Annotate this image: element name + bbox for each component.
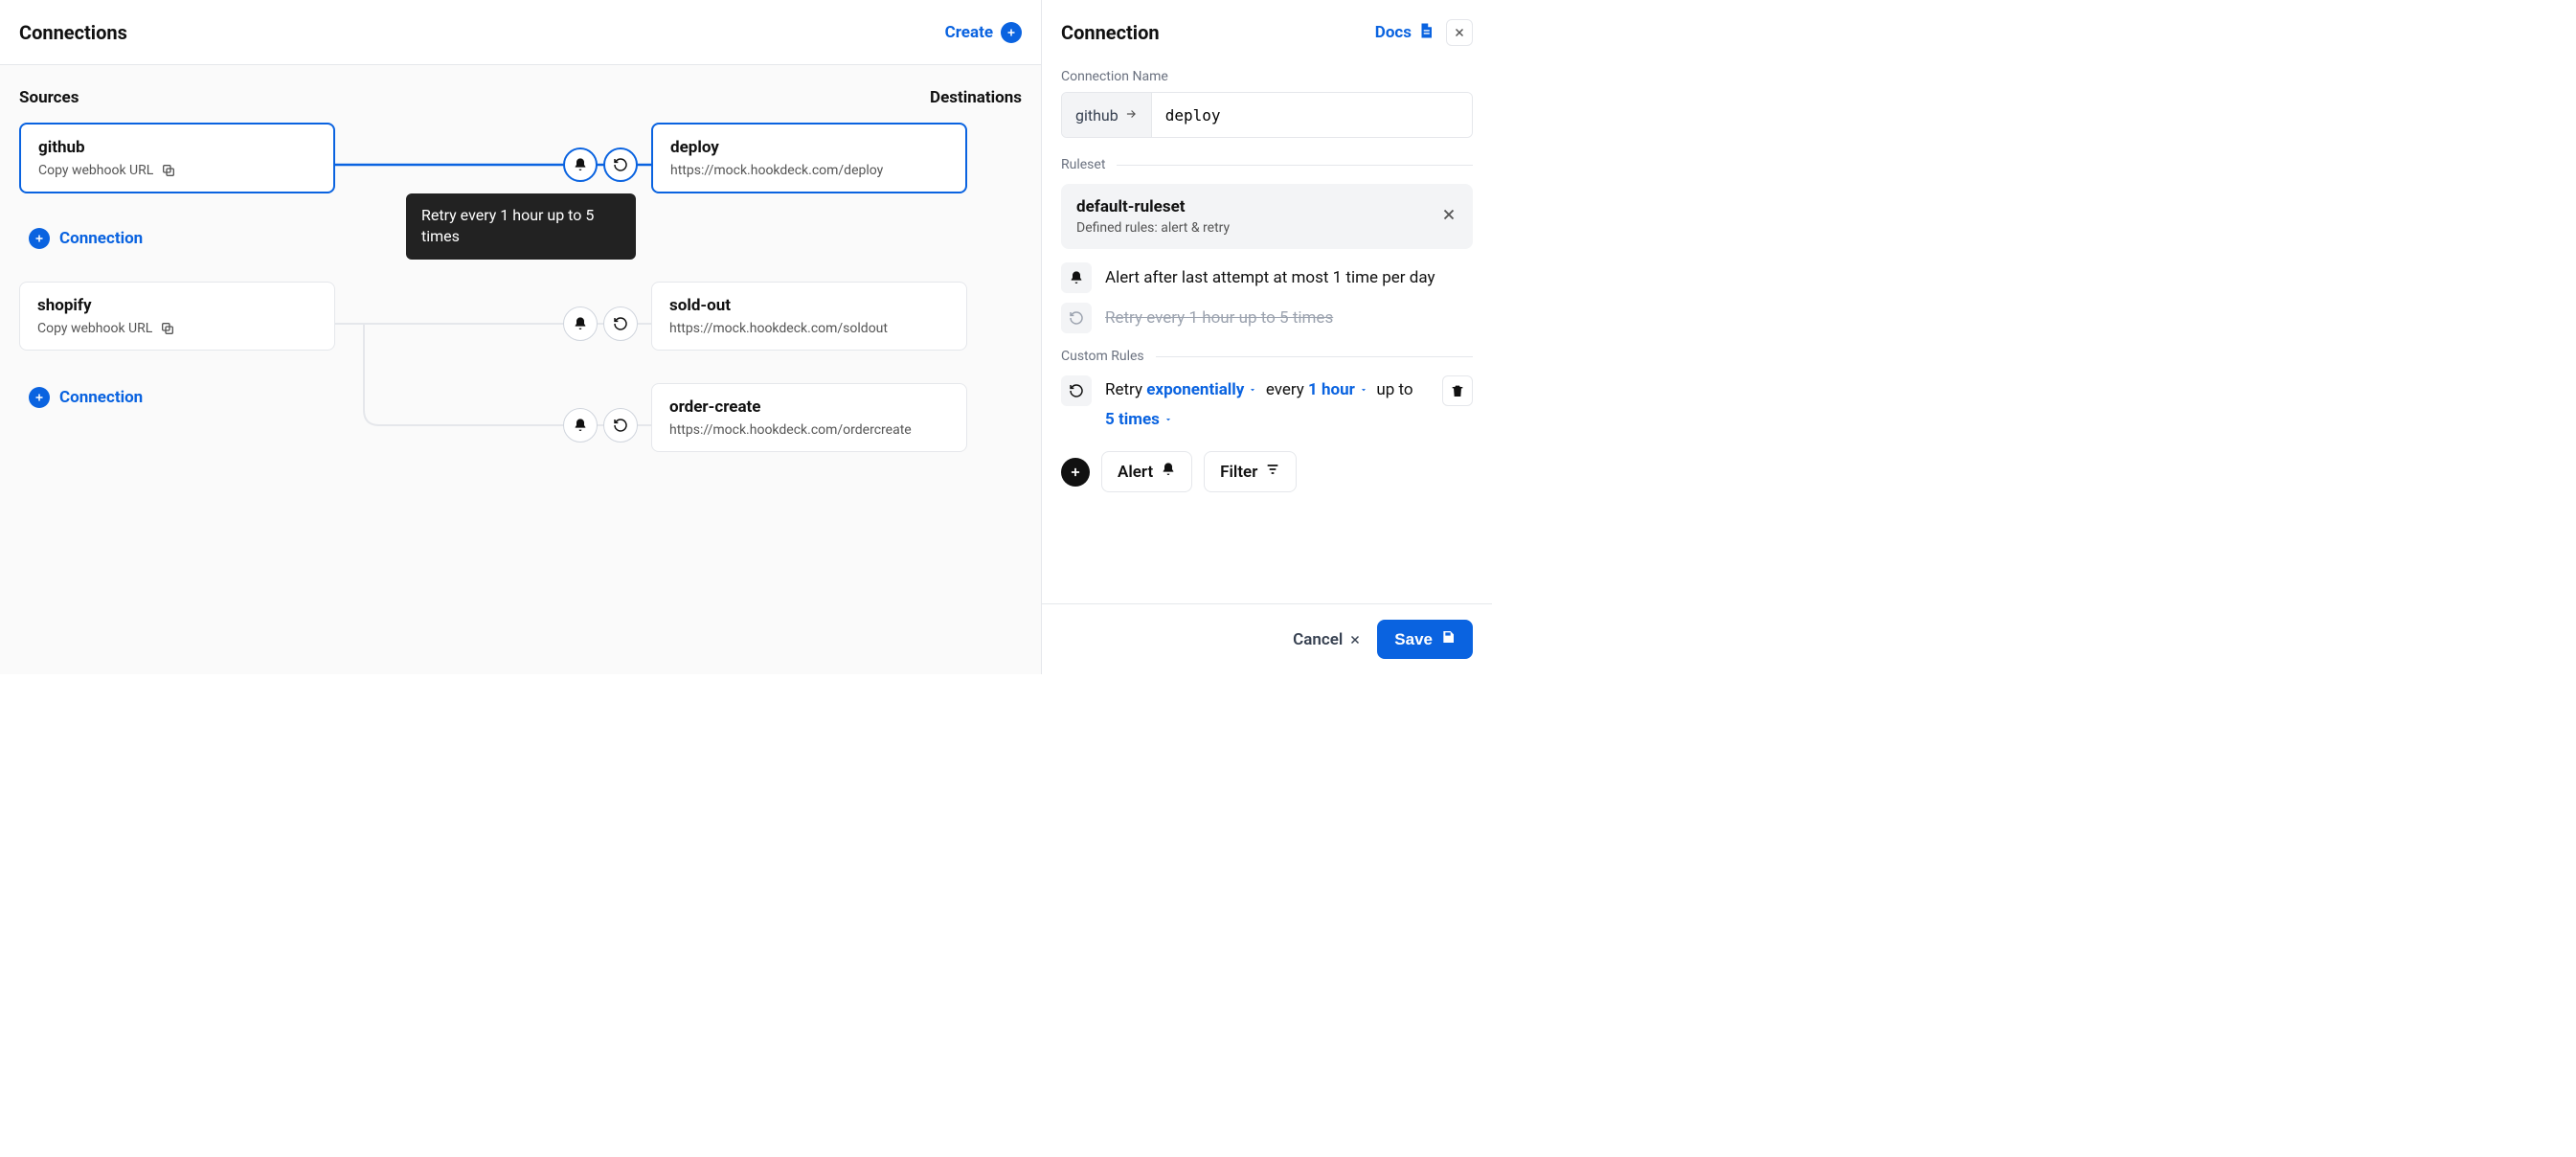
copy-icon (161, 163, 176, 178)
copy-webhook-url[interactable]: Copy webhook URL (38, 163, 316, 178)
plus-icon (29, 387, 50, 408)
connection-rules-icons[interactable] (563, 408, 638, 442)
save-icon (1440, 629, 1456, 649)
tooltip: Retry every 1 hour up to 5 times (406, 193, 636, 260)
destination-node-deploy[interactable]: deploy https://mock.hookdeck.com/deploy (651, 123, 967, 193)
close-panel-button[interactable] (1446, 19, 1473, 46)
destination-name: sold-out (669, 296, 949, 315)
panel-title: Connection (1061, 21, 1160, 44)
source-name: shopify (37, 296, 317, 315)
source-node-github[interactable]: github Copy webhook URL (19, 123, 335, 193)
alert-rule-text: Alert after last attempt at most 1 time … (1105, 268, 1435, 287)
main-header: Connections Create (0, 0, 1041, 65)
create-label: Create (945, 23, 993, 42)
docs-link[interactable]: Docs (1375, 22, 1435, 44)
retry-prefix: Retry (1105, 380, 1142, 399)
divider (1156, 356, 1473, 357)
custom-rules-label: Custom Rules (1061, 349, 1144, 364)
retry-rule-disabled-row: Retry every 1 hour up to 5 times (1061, 303, 1473, 333)
divider (1117, 165, 1473, 166)
retry-rule-disabled-text: Retry every 1 hour up to 5 times (1105, 308, 1333, 328)
retry-icon[interactable] (603, 147, 638, 182)
copy-webhook-url[interactable]: Copy webhook URL (37, 321, 317, 336)
workspace: Sources Destinations github Cop (0, 65, 1041, 674)
add-alert-button[interactable]: Alert (1101, 451, 1192, 492)
source-node-shopify[interactable]: shopify Copy webhook URL (19, 282, 335, 351)
destinations-heading: Destinations (930, 88, 1022, 107)
retry-strategy-dropdown[interactable]: exponentially (1146, 375, 1257, 405)
ruleset-label: Ruleset (1061, 157, 1105, 172)
copy-icon (160, 321, 175, 336)
remove-ruleset-button[interactable] (1440, 206, 1457, 227)
bell-icon[interactable] (563, 408, 598, 442)
add-filter-button[interactable]: Filter (1204, 451, 1297, 492)
connection-name-label: Connection Name (1061, 69, 1473, 84)
destination-url: https://mock.hookdeck.com/deploy (670, 163, 948, 178)
document-icon (1417, 22, 1435, 44)
bell-icon (1161, 462, 1176, 482)
ruleset-description: Defined rules: alert & retry (1076, 220, 1230, 236)
retry-icon (1061, 303, 1092, 333)
bell-icon[interactable] (563, 306, 598, 341)
canvas: github Copy webhook URL Connection (19, 123, 1022, 621)
destination-name: order-create (669, 397, 949, 417)
sources-heading: Sources (19, 88, 307, 107)
retry-count-dropdown[interactable]: 5 times (1105, 405, 1173, 435)
connection-name-input[interactable] (1152, 93, 1472, 137)
plus-icon (29, 228, 50, 249)
connection-name-field[interactable]: github (1061, 92, 1473, 138)
connection-panel: Connection Docs Connection Name github (1042, 0, 1492, 674)
add-connection-button[interactable]: Connection (29, 228, 143, 249)
add-rule-button[interactable] (1061, 458, 1090, 487)
custom-retry-rule: Retry exponentially every 1 hour up to 5… (1061, 375, 1473, 434)
ruleset-name: default-ruleset (1076, 197, 1230, 216)
destination-name: deploy (670, 138, 948, 157)
alert-rule-row: Alert after last attempt at most 1 time … (1061, 262, 1473, 293)
connection-rules-icons[interactable] (563, 306, 638, 341)
destination-node-soldout[interactable]: sold-out https://mock.hookdeck.com/soldo… (651, 282, 967, 351)
destination-url: https://mock.hookdeck.com/soldout (669, 321, 949, 336)
upto-word: up to (1376, 380, 1412, 399)
delete-rule-button[interactable] (1442, 375, 1473, 406)
ruleset-card[interactable]: default-ruleset Defined rules: alert & r… (1061, 184, 1473, 249)
create-button[interactable]: Create (945, 22, 1022, 43)
bell-icon[interactable] (563, 147, 598, 182)
page-title: Connections (19, 21, 127, 44)
filter-icon (1265, 462, 1280, 482)
retry-icon[interactable] (603, 306, 638, 341)
plus-icon (1001, 22, 1022, 43)
arrow-right-icon (1124, 106, 1138, 125)
add-connection-button[interactable]: Connection (29, 387, 143, 408)
retry-icon (1061, 375, 1092, 406)
every-word: every (1266, 380, 1304, 399)
source-name: github (38, 138, 316, 157)
save-button[interactable]: Save (1377, 620, 1473, 659)
destination-node-ordercreate[interactable]: order-create https://mock.hookdeck.com/o… (651, 383, 967, 452)
connection-rules-icons[interactable] (563, 147, 638, 182)
retry-interval-dropdown[interactable]: 1 hour (1308, 375, 1368, 405)
destination-url: https://mock.hookdeck.com/ordercreate (669, 422, 949, 438)
name-prefix: github (1062, 93, 1152, 137)
retry-icon[interactable] (603, 408, 638, 442)
bell-icon (1061, 262, 1092, 293)
cancel-button[interactable]: Cancel (1293, 630, 1362, 649)
